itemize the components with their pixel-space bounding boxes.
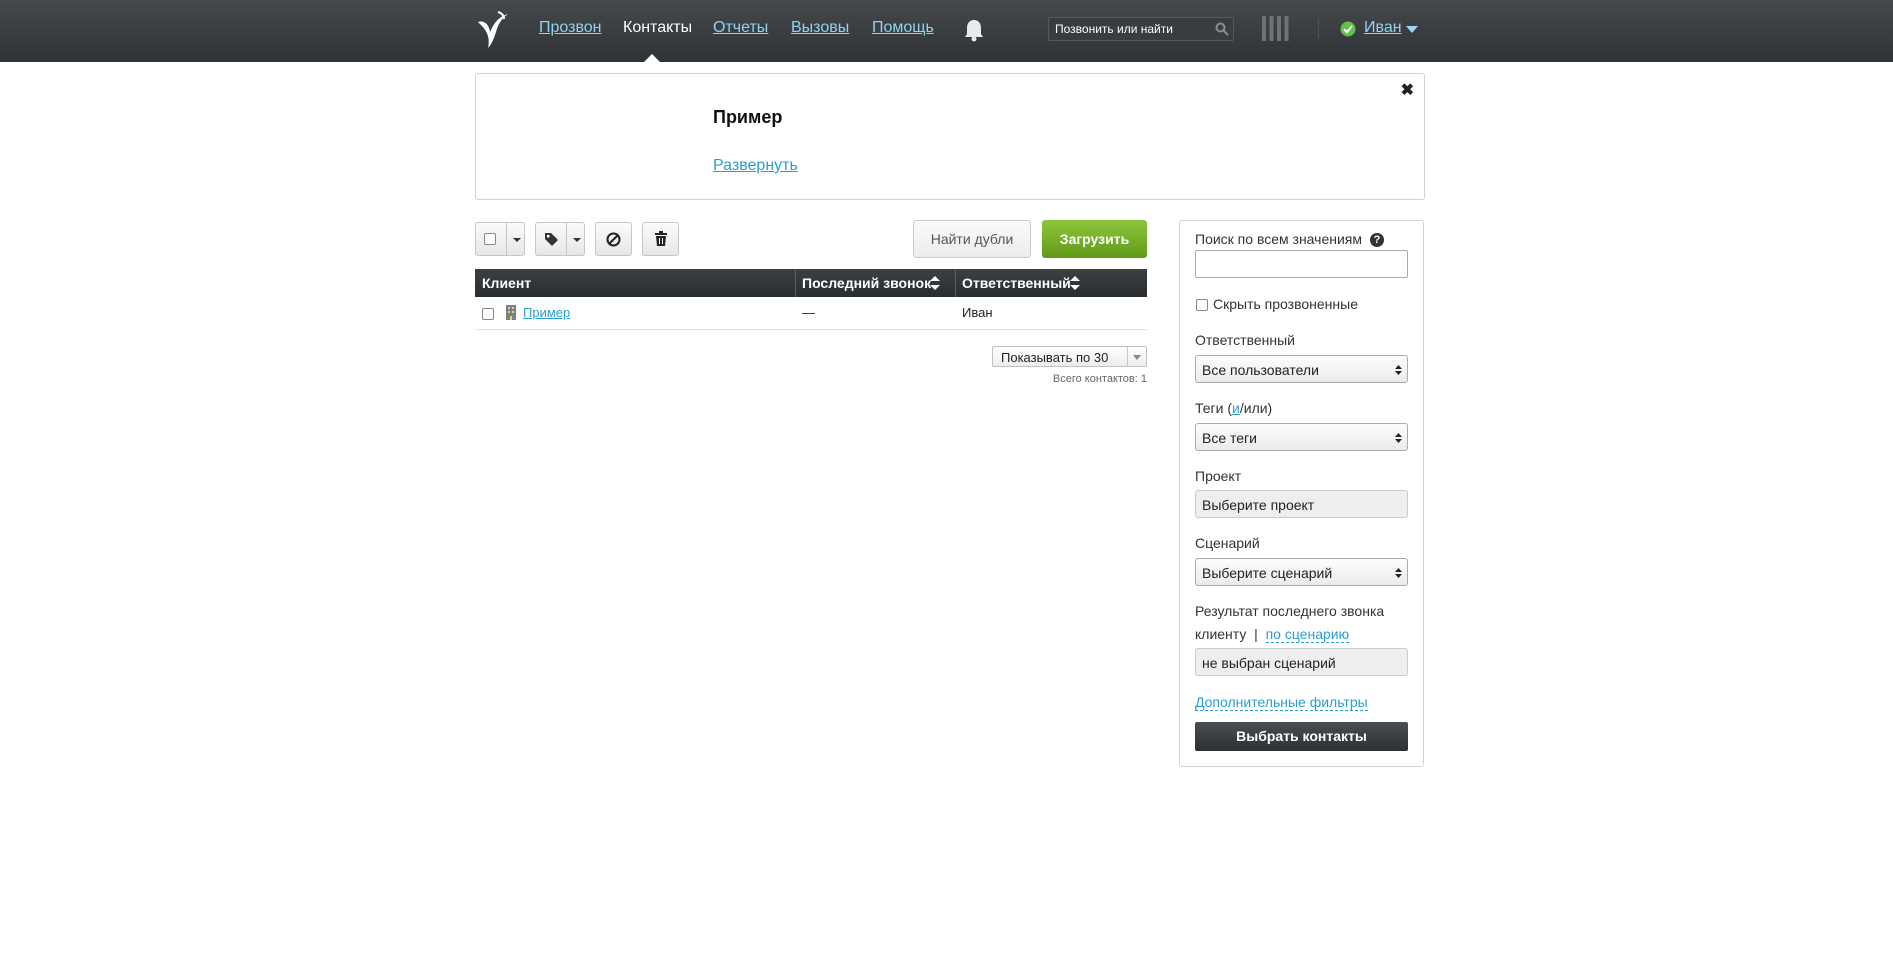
contacts-table-header: Клиент Последний звонок Ответственный xyxy=(475,269,1147,297)
search-placeholder: Позвонить или найти xyxy=(1055,22,1173,36)
scenario-select[interactable]: Выберите сценарий xyxy=(1195,558,1408,586)
search-all-label: Поиск по всем значениям xyxy=(1195,231,1362,247)
nav-link-calls[interactable]: Вызовы xyxy=(791,19,849,37)
notice-expand-link[interactable]: Развернуть xyxy=(713,157,798,175)
notice-title: Пример xyxy=(713,107,783,127)
trash-icon xyxy=(655,231,667,246)
call-or-search-input[interactable]: Позвонить или найти xyxy=(1048,17,1234,41)
tags-select-value: Все теги xyxy=(1202,430,1257,446)
more-filters-link[interactable]: Дополнительные фильтры xyxy=(1195,694,1368,711)
up-down-icon xyxy=(1395,568,1402,578)
hide-called-label: Скрыть прозвоненные xyxy=(1213,296,1358,312)
row-checkbox[interactable] xyxy=(482,308,494,320)
help-icon[interactable]: ? xyxy=(1370,233,1384,247)
nav-link-dialer[interactable]: Прозвон xyxy=(539,19,602,37)
scenario-filter-label: Сценарий xyxy=(1195,535,1260,551)
nav-link-contacts[interactable]: Контакты xyxy=(623,19,692,37)
block-button[interactable] xyxy=(595,222,632,256)
chevron-down-icon[interactable] xyxy=(1406,26,1418,33)
up-down-icon xyxy=(1395,365,1402,375)
page-size-label: Показывать по 30 xyxy=(1001,350,1109,365)
project-field[interactable]: Выберите проект xyxy=(1195,490,1408,518)
find-duplicates-button[interactable]: Найти дубли xyxy=(913,220,1031,258)
tags-select[interactable]: Все теги xyxy=(1195,423,1408,451)
search-all-input[interactable] xyxy=(1195,250,1408,278)
project-filter-label: Проект xyxy=(1195,468,1242,484)
page-size-select[interactable]: Показывать по 30 xyxy=(992,346,1147,367)
total-contacts: Всего контактов: 1 xyxy=(1052,373,1147,385)
caret-down-icon xyxy=(573,238,581,242)
owner-select-value: Все пользователи xyxy=(1202,362,1319,378)
caret-down-icon xyxy=(513,238,521,242)
result-field-value: не выбран сценарий xyxy=(1202,655,1336,671)
column-header-last-call[interactable]: Последний звонок xyxy=(802,275,931,291)
column-header-client[interactable]: Клиент xyxy=(482,275,531,291)
tags-label-suffix: /или) xyxy=(1239,400,1273,416)
hide-called-checkbox[interactable] xyxy=(1196,299,1208,311)
client-link[interactable]: Пример xyxy=(523,305,570,320)
nav-link-help[interactable]: Помощь xyxy=(872,19,934,37)
search-icon[interactable] xyxy=(1215,22,1229,36)
bars-icon[interactable] xyxy=(1262,16,1289,41)
result-label-client: клиенту xyxy=(1195,626,1247,642)
last-call-cell: — xyxy=(802,305,815,320)
scenario-select-value: Выберите сценарий xyxy=(1202,565,1333,581)
close-icon[interactable]: ✖ xyxy=(1401,80,1414,100)
more-filters-wrap: Дополнительные фильтры xyxy=(1195,694,1368,711)
header-separator xyxy=(1318,20,1321,38)
owner-select[interactable]: Все пользователи xyxy=(1195,355,1408,383)
tags-filter-label: Теги (и/или) xyxy=(1195,400,1272,416)
up-down-icon xyxy=(1395,433,1402,443)
owner-filter-label: Ответственный xyxy=(1195,332,1295,348)
chevron-down-icon[interactable] xyxy=(1127,347,1146,366)
nav-link-reports[interactable]: Отчеты xyxy=(713,19,768,37)
last-call-result-label: Результат последнего звонка xyxy=(1195,603,1385,619)
block-icon xyxy=(606,232,621,247)
tags-and-link[interactable]: и xyxy=(1232,400,1240,416)
last-call-result-label-line2: клиенту | по сценарию xyxy=(1195,626,1350,643)
sort-icon[interactable] xyxy=(1070,276,1080,290)
contact-notice-panel: Пример Развернуть ✖ xyxy=(475,73,1425,200)
upload-button[interactable]: Загрузить xyxy=(1042,220,1147,258)
logo-bird-icon[interactable] xyxy=(474,10,510,50)
table-row: Пример — Иван xyxy=(475,298,1147,330)
tag-icon xyxy=(545,233,558,246)
active-nav-indicator xyxy=(643,54,661,63)
status-ok-icon xyxy=(1340,21,1356,37)
tags-label-prefix: Теги ( xyxy=(1195,400,1233,416)
tag-dropdown-button[interactable] xyxy=(535,222,585,256)
top-navigation-bar: Прозвон Контакты Отчеты Вызовы Помощь По… xyxy=(0,0,1893,63)
bell-icon[interactable] xyxy=(963,18,985,42)
checkbox-icon[interactable] xyxy=(484,233,496,245)
column-header-owner[interactable]: Ответственный xyxy=(962,275,1071,291)
project-field-value: Выберите проект xyxy=(1202,497,1315,513)
select-all-dropdown-button[interactable] xyxy=(475,222,525,256)
building-icon xyxy=(506,305,516,320)
user-menu-link[interactable]: Иван xyxy=(1364,19,1402,37)
result-label-separator: | xyxy=(1254,626,1258,642)
sort-icon[interactable] xyxy=(930,276,940,290)
owner-cell: Иван xyxy=(962,305,993,320)
result-field[interactable]: не выбран сценарий xyxy=(1195,648,1408,676)
by-scenario-link[interactable]: по сценарию xyxy=(1265,626,1350,643)
delete-button[interactable] xyxy=(642,222,679,256)
select-contacts-button[interactable]: Выбрать контакты xyxy=(1195,722,1408,751)
